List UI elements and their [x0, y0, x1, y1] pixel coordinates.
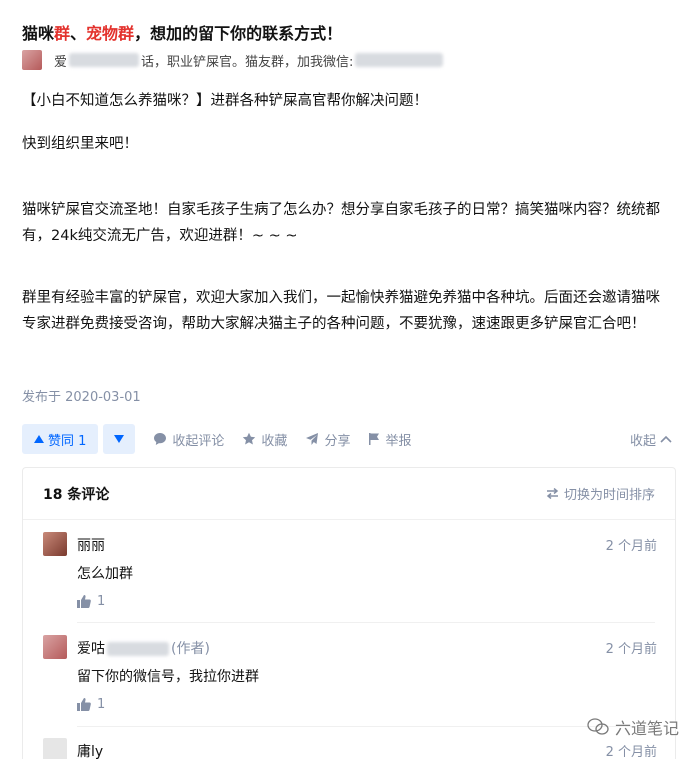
comment-time: 2 个月前 — [605, 539, 657, 554]
collapse-comments-button[interactable]: 收起评论 — [153, 430, 224, 449]
collapse-comments-label: 收起评论 — [172, 433, 225, 449]
triangle-up-icon — [34, 435, 44, 443]
author-avatar[interactable] — [22, 50, 42, 70]
avatar[interactable] — [43, 532, 67, 556]
paper-plane-icon — [306, 433, 319, 445]
downvote-button[interactable] — [103, 424, 136, 454]
star-icon — [243, 432, 256, 445]
sort-toggle-button[interactable]: 切换为时间排序 — [546, 484, 655, 503]
watermark-text: 六道笔记 — [614, 719, 679, 738]
title-text: 、 — [70, 24, 87, 43]
comment-author[interactable]: 爱咕 (作者) — [77, 638, 210, 658]
like-button[interactable]: 1 — [77, 594, 105, 609]
avatar[interactable] — [43, 635, 67, 659]
sort-label: 切换为时间排序 — [563, 488, 655, 503]
comment-time: 2 个月前 — [605, 745, 657, 759]
comment-item: 丽丽 2 个月前 怎么加群 1 — [43, 532, 657, 618]
divider — [77, 622, 655, 623]
comment-author[interactable]: 庸ly — [77, 741, 103, 759]
redacted-wechat — [355, 53, 444, 67]
comment-item: 庸ly 2 个月前 — [43, 738, 657, 759]
title-highlight: 群 — [54, 24, 71, 43]
author-name[interactable]: 爱 — [54, 51, 67, 70]
comment-time: 2 个月前 — [605, 642, 657, 657]
collapse-button[interactable]: 收起 — [630, 430, 672, 449]
author-bio: 话，职业铲屎官。猫友群，加我微信: — [141, 54, 354, 70]
title-text: 猫咪 — [22, 24, 55, 43]
upvote-label: 赞同 1 — [48, 433, 87, 449]
post-paragraph: 【小白不知道怎么养猫咪？】进群各种铲屎高官帮你解决问题！ — [22, 93, 428, 109]
action-bar: 赞同 1 收起评论 收藏 分享 举报 收起 — [22, 424, 672, 454]
report-button[interactable]: 举报 — [368, 430, 411, 449]
redacted-name — [69, 53, 140, 67]
watermark: 六道笔记 — [587, 715, 679, 739]
comment-item: 爱咕 (作者) 2 个月前 留下你的微信号，我拉你进群 1 — [43, 635, 657, 721]
author-tag: (作者) — [171, 641, 210, 657]
comment-author-name: 庸ly — [77, 744, 104, 759]
comment-text: 留下你的微信号，我拉你进群 — [77, 669, 259, 685]
comment-author[interactable]: 丽丽 — [77, 535, 105, 555]
comments-panel: 18 条评论 切换为时间排序 丽丽 2 个月前 怎么加群 1 爱咕 (作者) 2 … — [22, 467, 676, 759]
post-title: 猫咪群、宠物群，想加的留下你的联系方式！ — [22, 20, 342, 44]
share-label: 分享 — [324, 433, 351, 449]
post-paragraph: 猫咪铲屎官交流圣地！自家毛孩子生病了怎么办？想分享自家毛孩子的日常？搞笑猫咪内容… — [22, 202, 660, 244]
author-info: 爱 话，职业铲屎官。猫友群，加我微信: — [22, 49, 444, 71]
comments-header: 18 条评论 切换为时间排序 — [23, 468, 675, 520]
avatar[interactable] — [43, 738, 67, 759]
like-count: 1 — [97, 594, 106, 609]
comment-text: 怎么加群 — [77, 566, 133, 582]
favorite-button[interactable]: 收藏 — [242, 430, 287, 449]
upvote-button[interactable]: 赞同 1 — [22, 424, 99, 454]
post-paragraph: 群里有经验丰富的铲屎官，欢迎大家加入我们，一起愉快养猫避免养猫中各种坑。后面还会… — [22, 290, 660, 332]
report-label: 举报 — [385, 433, 412, 449]
title-highlight: 宠物群 — [86, 24, 135, 43]
post-paragraph: 快到组织里来吧！ — [22, 136, 138, 152]
comment-author-name: 爱咕 — [77, 641, 105, 657]
share-button[interactable]: 分享 — [305, 430, 350, 449]
thumbs-up-icon — [77, 595, 91, 608]
publish-date: 发布于 2020-03-01 — [22, 390, 141, 405]
like-count: 1 — [97, 697, 106, 712]
collapse-label: 收起 — [629, 433, 656, 449]
flag-icon — [369, 433, 380, 445]
thumbs-up-icon — [77, 698, 91, 711]
wechat-icon — [587, 718, 609, 735]
redacted-name — [107, 642, 169, 656]
chevron-up-icon — [660, 435, 672, 443]
swap-icon — [546, 488, 559, 499]
comment-count: 18 条评论 — [43, 486, 110, 503]
favorite-label: 收藏 — [261, 433, 288, 449]
divider — [77, 726, 655, 727]
like-button[interactable]: 1 — [77, 697, 105, 712]
triangle-down-icon — [114, 435, 125, 443]
title-text: ，想加的留下你的联系方式！ — [134, 24, 343, 43]
comment-icon — [154, 433, 167, 445]
comment-author-name: 丽丽 — [77, 538, 105, 554]
